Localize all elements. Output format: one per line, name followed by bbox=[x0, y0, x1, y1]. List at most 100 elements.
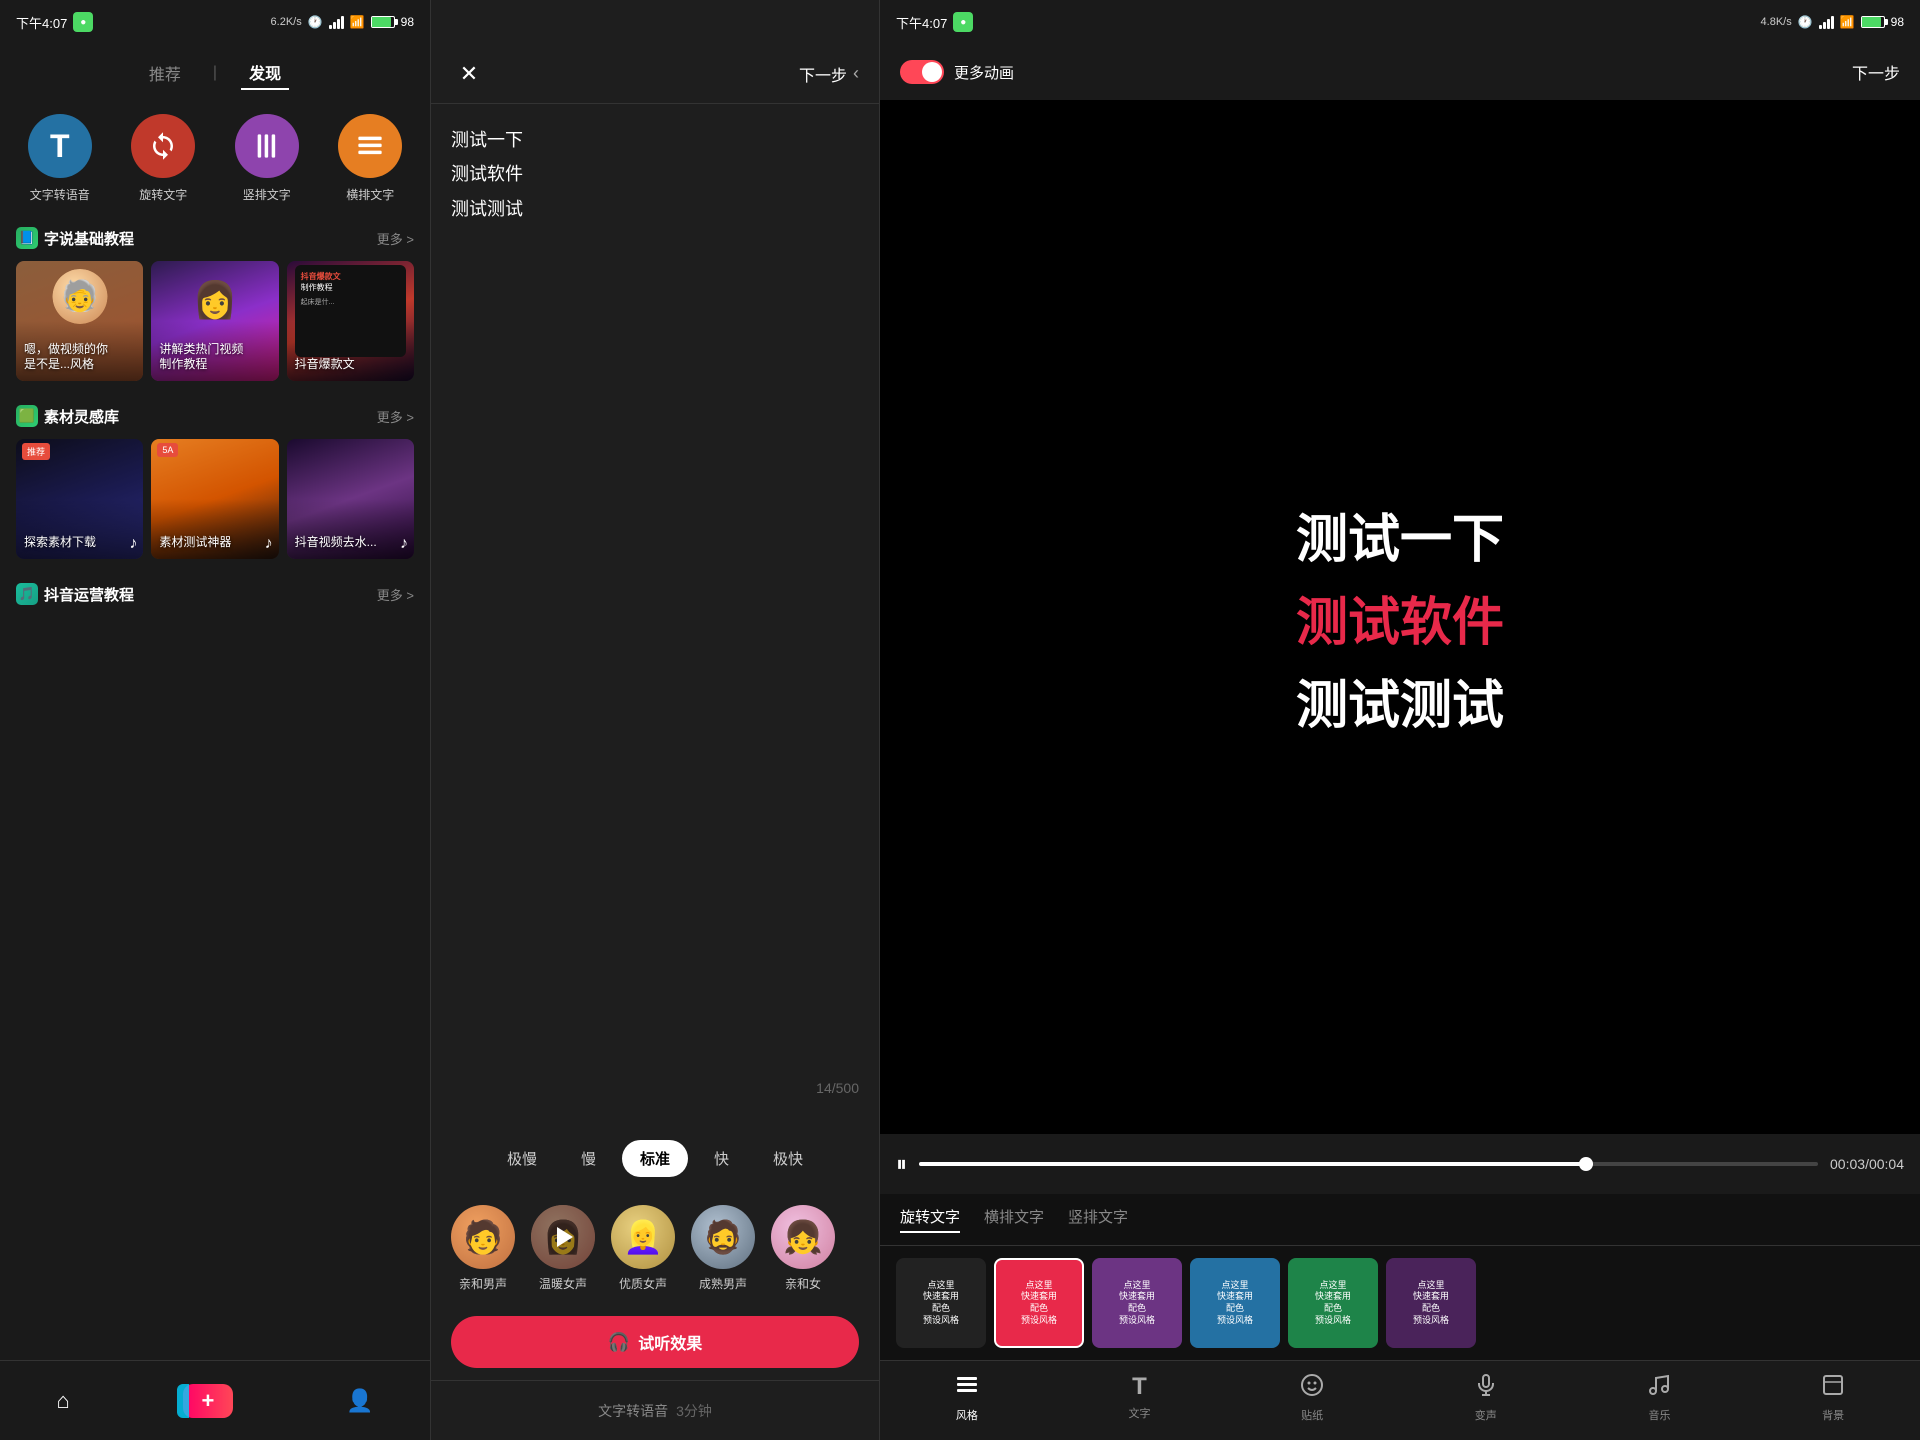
preview-button[interactable]: 🎧 试听效果 bbox=[451, 1316, 859, 1368]
toolbar-style[interactable]: 风格 bbox=[955, 1373, 979, 1423]
section1-icon: 📘 bbox=[16, 227, 38, 249]
feature-label-vertical: 竖排文字 bbox=[243, 186, 291, 203]
text-icon: T bbox=[1132, 1373, 1147, 1401]
editor-header: ✕ 下一步 ‹ bbox=[431, 44, 879, 104]
status-right: 6.2K/s 🕐 📶 98 bbox=[271, 15, 414, 29]
text-editor-area[interactable]: 测试一下 测试软件 测试测试 14/500 bbox=[431, 104, 879, 1124]
headphone-icon: 🎧 bbox=[608, 1332, 630, 1353]
section3-more[interactable]: 更多 > bbox=[377, 585, 414, 604]
card-tag-5a: 5A bbox=[157, 443, 178, 457]
timeline-track[interactable] bbox=[919, 1162, 1818, 1166]
material-card-2[interactable]: 5A 素材测试神器 ♪ bbox=[151, 439, 278, 559]
tutorial-card-3[interactable]: 抖音爆款文 制作教程 起床是什... 抖音爆款文 bbox=[287, 261, 414, 381]
style-tabs: 旋转文字 横排文字 竖排文字 bbox=[880, 1194, 1920, 1246]
play-overlay bbox=[531, 1205, 595, 1269]
music-icon bbox=[1647, 1373, 1671, 1403]
section3-header: 🎵 抖音运营教程 更多 > bbox=[16, 583, 414, 605]
close-button[interactable]: ✕ bbox=[451, 56, 487, 92]
preset-card-2[interactable]: 点这里快速套用配色预设风格 bbox=[994, 1258, 1084, 1348]
section2-header: 🟩 素材灵感库 更多 > bbox=[16, 405, 414, 427]
preset-card-6[interactable]: 点这里快速套用配色预设风格 bbox=[1386, 1258, 1476, 1348]
next-label: 下一步 bbox=[799, 62, 847, 86]
battery-pct-right: 98 bbox=[1891, 15, 1904, 29]
speed-very-fast[interactable]: 极快 bbox=[755, 1140, 821, 1177]
style-label: 风格 bbox=[956, 1407, 978, 1423]
tutorial-card-1[interactable]: 🧓 嗯，做视频的你是不是...风格 bbox=[16, 261, 143, 381]
voice-item-5[interactable]: 👧 亲和女 bbox=[771, 1205, 835, 1292]
next-button[interactable]: 下一步 ‹ bbox=[799, 62, 859, 86]
feature-horizontal[interactable]: 横排文字 bbox=[327, 114, 415, 203]
nav-home[interactable]: ⌂ bbox=[57, 1388, 70, 1414]
toggle-label: 更多动画 bbox=[954, 62, 1014, 83]
section1-header: 📘 字说基础教程 更多 > bbox=[16, 227, 414, 249]
speed-very-slow[interactable]: 极慢 bbox=[489, 1140, 555, 1177]
toolbar-voice[interactable]: 变声 bbox=[1474, 1373, 1498, 1423]
style-tab-rotate[interactable]: 旋转文字 bbox=[900, 1206, 960, 1233]
material-card-3-label: 抖音视频去水... bbox=[295, 535, 377, 551]
toolbar-bg[interactable]: 背景 bbox=[1821, 1373, 1845, 1423]
voice-avatar-4: 🧔 bbox=[691, 1205, 755, 1269]
video-preview: 测试一下 测试软件 测试测试 bbox=[880, 100, 1920, 1134]
style-tab-horizontal[interactable]: 横排文字 bbox=[984, 1206, 1044, 1233]
material-card-2-label: 素材测试神器 bbox=[159, 535, 231, 551]
play-triangle-icon bbox=[557, 1227, 573, 1247]
nav-user[interactable]: 👤 bbox=[346, 1388, 373, 1414]
preset-card-1[interactable]: 点这里快速套用配色预设风格 bbox=[896, 1258, 986, 1348]
toggle-switch[interactable] bbox=[900, 60, 944, 84]
feature-label-rotate: 旋转文字 bbox=[139, 186, 187, 203]
style-tab-vertical[interactable]: 竖排文字 bbox=[1068, 1206, 1128, 1233]
tutorial-card-3-label: 抖音爆款文 bbox=[295, 357, 355, 373]
preset-bar: 点这里快速套用配色预设风格 点这里快速套用配色预设风格 点这里快速套用配色预设风… bbox=[880, 1246, 1920, 1360]
avatar-cartoon: 🧓 bbox=[52, 269, 107, 324]
phone-mockup: 抖音爆款文 制作教程 起床是什... bbox=[295, 265, 406, 357]
tutorial-card-2[interactable]: 👩 讲解类热门视频制作教程 bbox=[151, 261, 278, 381]
right-header: 更多动画 下一步 bbox=[880, 44, 1920, 100]
section2-more[interactable]: 更多 > bbox=[377, 407, 414, 426]
toolbar-sticker[interactable]: 贴纸 bbox=[1300, 1373, 1324, 1423]
right-next-button[interactable]: 下一步 bbox=[1852, 60, 1900, 84]
preset-text-3: 点这里快速套用配色预设风格 bbox=[1119, 1280, 1155, 1327]
animation-toggle[interactable]: 更多动画 bbox=[900, 60, 1014, 84]
speed-slow[interactable]: 慢 bbox=[563, 1140, 614, 1177]
right-next-label: 下一步 bbox=[1852, 60, 1900, 84]
speed-normal[interactable]: 标准 bbox=[622, 1140, 688, 1177]
voice-item-4[interactable]: 🧔 成熟男声 bbox=[691, 1205, 755, 1292]
preset-card-5[interactable]: 点这里快速套用配色预设风格 bbox=[1288, 1258, 1378, 1348]
bottom-nav: ⌂ + 👤 bbox=[0, 1360, 430, 1440]
voice-name-2: 温暖女声 bbox=[539, 1275, 587, 1292]
section1-more[interactable]: 更多 > bbox=[377, 229, 414, 248]
material-card-1[interactable]: 推荐 探索素材下载 ♪ bbox=[16, 439, 143, 559]
feature-label-horizontal: 横排文字 bbox=[346, 186, 394, 203]
pause-button[interactable]: ⏸ bbox=[896, 1151, 907, 1177]
tab-discover[interactable]: 发现 bbox=[241, 56, 289, 90]
toolbar-text[interactable]: T 文字 bbox=[1128, 1373, 1150, 1421]
toolbar-music[interactable]: 音乐 bbox=[1647, 1373, 1671, 1423]
preview-label: 试听效果 bbox=[638, 1330, 702, 1354]
status-right-right: 4.8K/s 🕐 📶 98 bbox=[1761, 15, 1904, 29]
tab-recommend[interactable]: 推荐 bbox=[141, 57, 189, 89]
avatar-anime: 👩 bbox=[185, 265, 245, 335]
signal-icon bbox=[329, 16, 344, 29]
signal-icon-right bbox=[1819, 16, 1834, 29]
music-label: 音乐 bbox=[1648, 1407, 1670, 1423]
feature-vertical[interactable]: 竖排文字 bbox=[223, 114, 311, 203]
timeline-knob[interactable] bbox=[1579, 1157, 1593, 1171]
speed-fast[interactable]: 快 bbox=[696, 1140, 747, 1177]
feature-rotate[interactable]: 旋转文字 bbox=[120, 114, 208, 203]
voice-item-1[interactable]: 🧑 亲和男声 bbox=[451, 1205, 515, 1292]
material-card-3[interactable]: 抖音视频去水... ♪ bbox=[287, 439, 414, 559]
feature-speech[interactable]: T 文字转语音 bbox=[16, 114, 104, 203]
bg-icon bbox=[1821, 1373, 1845, 1403]
preset-text-4: 点这里快速套用配色预设风格 bbox=[1217, 1280, 1253, 1327]
timeline-time: 00:03/00:04 bbox=[1830, 1156, 1904, 1172]
panel-right: 下午4:07 ● 4.8K/s 🕐 📶 98 更多动画 bbox=[880, 0, 1920, 1440]
timeline-progress bbox=[919, 1162, 1593, 1166]
bottom-label2: 3分钟 bbox=[676, 1401, 712, 1421]
voice-item-2[interactable]: 👩 温暖女声 bbox=[531, 1205, 595, 1292]
nav-plus-button[interactable]: + bbox=[183, 1384, 233, 1418]
preset-card-3[interactable]: 点这里快速套用配色预设风格 bbox=[1092, 1258, 1182, 1348]
voice-avatar-5: 👧 bbox=[771, 1205, 835, 1269]
preset-card-4[interactable]: 点这里快速套用配色预设风格 bbox=[1190, 1258, 1280, 1348]
voice-item-3[interactable]: 👱‍♀️ 优质女声 bbox=[611, 1205, 675, 1292]
voice-avatar-1: 🧑 bbox=[451, 1205, 515, 1269]
